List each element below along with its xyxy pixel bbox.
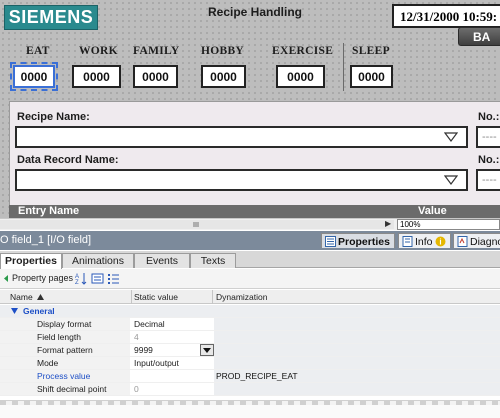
- svg-text:Z: Z: [75, 280, 79, 285]
- inspector-title-bar: O field_1 [I/O field] Properties Info i …: [0, 231, 500, 250]
- property-value[interactable]: Input/output: [134, 358, 179, 368]
- category-label-exercise: EXERCISE: [272, 45, 334, 57]
- footer-divider: [0, 401, 500, 405]
- category-label-family: FAMILY: [133, 45, 180, 57]
- property-name: Shift decimal point: [37, 384, 107, 394]
- datetime-field: 12/31/2000 10:59:: [392, 4, 500, 28]
- format-pattern-dropdown[interactable]: [200, 344, 214, 356]
- inspector-subtabs: Properties Animations Events Texts: [0, 251, 500, 269]
- property-dynamization[interactable]: [214, 331, 500, 343]
- category-label-work: WORK: [79, 45, 118, 57]
- tab-properties-label: Properties: [338, 235, 390, 248]
- recipe-name-label: Recipe Name:: [17, 111, 90, 123]
- siemens-logo: SIEMENS: [4, 5, 98, 30]
- scroll-right-icon[interactable]: ▶: [385, 219, 391, 228]
- group-row-general[interactable]: General: [0, 305, 500, 318]
- info-page-icon: [402, 236, 413, 247]
- sort-ascending-icon: [37, 294, 44, 300]
- column-header-name[interactable]: Name: [10, 292, 33, 302]
- property-name: Display format: [37, 319, 92, 329]
- property-name: Field length: [37, 332, 81, 342]
- table-row[interactable]: Field length 4: [0, 331, 500, 344]
- chevron-down-icon: [444, 132, 458, 142]
- property-pages-button[interactable]: Property pages: [12, 273, 73, 283]
- diagnostics-icon: [457, 236, 468, 247]
- ba-button[interactable]: BA: [458, 27, 500, 46]
- property-name: Format pattern: [37, 345, 93, 355]
- recipe-no-label: No.:: [478, 111, 500, 123]
- category-label-eat: EAT: [26, 45, 50, 57]
- property-dynamization[interactable]: [214, 383, 500, 395]
- data-record-combo[interactable]: [15, 169, 468, 191]
- table-row[interactable]: Mode Input/output: [0, 357, 500, 370]
- tab-properties[interactable]: Properties: [321, 233, 395, 248]
- format-pattern-value[interactable]: 9999: [134, 345, 153, 355]
- property-value[interactable]: 4: [134, 332, 139, 342]
- data-record-no-field[interactable]: ----: [476, 169, 500, 191]
- chevron-down-icon: [203, 348, 211, 353]
- property-dynamization[interactable]: [214, 344, 500, 356]
- zoom-select[interactable]: 100%: [397, 219, 500, 230]
- subtab-events[interactable]: Events: [134, 253, 190, 268]
- data-record-name-label: Data Record Name:: [17, 154, 119, 166]
- recipe-name-combo[interactable]: [15, 126, 468, 148]
- list-view-icon[interactable]: [107, 272, 120, 285]
- table-header-row: Name Static value Dynamization: [0, 290, 500, 304]
- properties-toolbar: Property pages A Z: [0, 269, 500, 289]
- info-icon: i: [435, 236, 446, 247]
- chevron-down-icon: [444, 175, 458, 185]
- properties-icon: [325, 236, 336, 247]
- tab-diagnostics-label: Diagnos: [470, 235, 500, 248]
- property-value[interactable]: Decimal: [134, 319, 165, 329]
- arrow-left-icon[interactable]: [1, 272, 11, 285]
- inspector-footer: [0, 400, 500, 418]
- io-field-family[interactable]: 0000: [133, 65, 178, 88]
- entry-name-header: Entry Name: [18, 205, 80, 217]
- io-field-hobby[interactable]: 0000: [201, 65, 246, 88]
- value-header: Value: [418, 205, 447, 217]
- hmi-screen: SIEMENS Recipe Handling 12/31/2000 10:59…: [0, 0, 500, 229]
- property-value[interactable]: 0: [134, 384, 139, 394]
- separator-line: [343, 43, 344, 91]
- recipe-no-field[interactable]: ----: [476, 126, 500, 148]
- data-record-no-label: No.:: [478, 154, 500, 166]
- tab-diagnostics[interactable]: Diagnos: [453, 233, 500, 248]
- table-row[interactable]: Display format Decimal: [0, 318, 500, 331]
- group-label: General: [23, 306, 55, 316]
- tab-info-label: Info: [415, 235, 433, 248]
- sort-icon[interactable]: A Z: [75, 272, 88, 285]
- io-field-work[interactable]: 0000: [72, 65, 121, 88]
- properties-table: Name Static value Dynamization General D…: [0, 290, 500, 400]
- column-divider[interactable]: [212, 290, 213, 304]
- subtab-texts[interactable]: Texts: [190, 253, 236, 268]
- expand-triangle-icon[interactable]: [11, 308, 18, 314]
- column-divider[interactable]: [131, 290, 132, 304]
- subtab-animations[interactable]: Animations: [62, 253, 134, 268]
- inspector-object-name: O field_1 [I/O field]: [0, 234, 92, 246]
- category-label-sleep: SLEEP: [352, 45, 390, 57]
- column-header-dynamization[interactable]: Dynamization: [216, 292, 268, 302]
- subtab-properties[interactable]: Properties: [0, 253, 62, 269]
- process-value-tag[interactable]: PROD_RECIPE_EAT: [214, 370, 500, 382]
- row-gutter: [0, 357, 130, 369]
- entry-table-header: Entry Name Value: [9, 205, 500, 218]
- property-name: Process value: [37, 371, 91, 381]
- io-field-exercise[interactable]: 0000: [276, 65, 325, 88]
- category-label-hobby: HOBBY: [201, 45, 245, 57]
- table-row[interactable]: Process value PROD_RECIPE_EAT: [0, 370, 500, 383]
- scroll-thumb-grip-icon[interactable]: [176, 221, 216, 228]
- property-dynamization[interactable]: [214, 357, 500, 369]
- io-field-sleep[interactable]: 0000: [350, 65, 393, 88]
- canvas-scrollbar[interactable]: ▶ 100%: [0, 218, 500, 230]
- tab-info[interactable]: Info i: [398, 233, 451, 248]
- svg-text:i: i: [439, 238, 441, 247]
- io-field-eat[interactable]: 0000: [10, 62, 58, 91]
- table-row[interactable]: Format pattern 9999: [0, 344, 500, 357]
- screen-title: Recipe Handling: [207, 5, 302, 19]
- column-header-static-value[interactable]: Static value: [134, 292, 178, 302]
- table-row[interactable]: Shift decimal point 0: [0, 383, 500, 396]
- collapse-groups-icon[interactable]: [91, 272, 104, 285]
- property-name: Mode: [37, 358, 59, 368]
- property-dynamization[interactable]: [214, 318, 500, 330]
